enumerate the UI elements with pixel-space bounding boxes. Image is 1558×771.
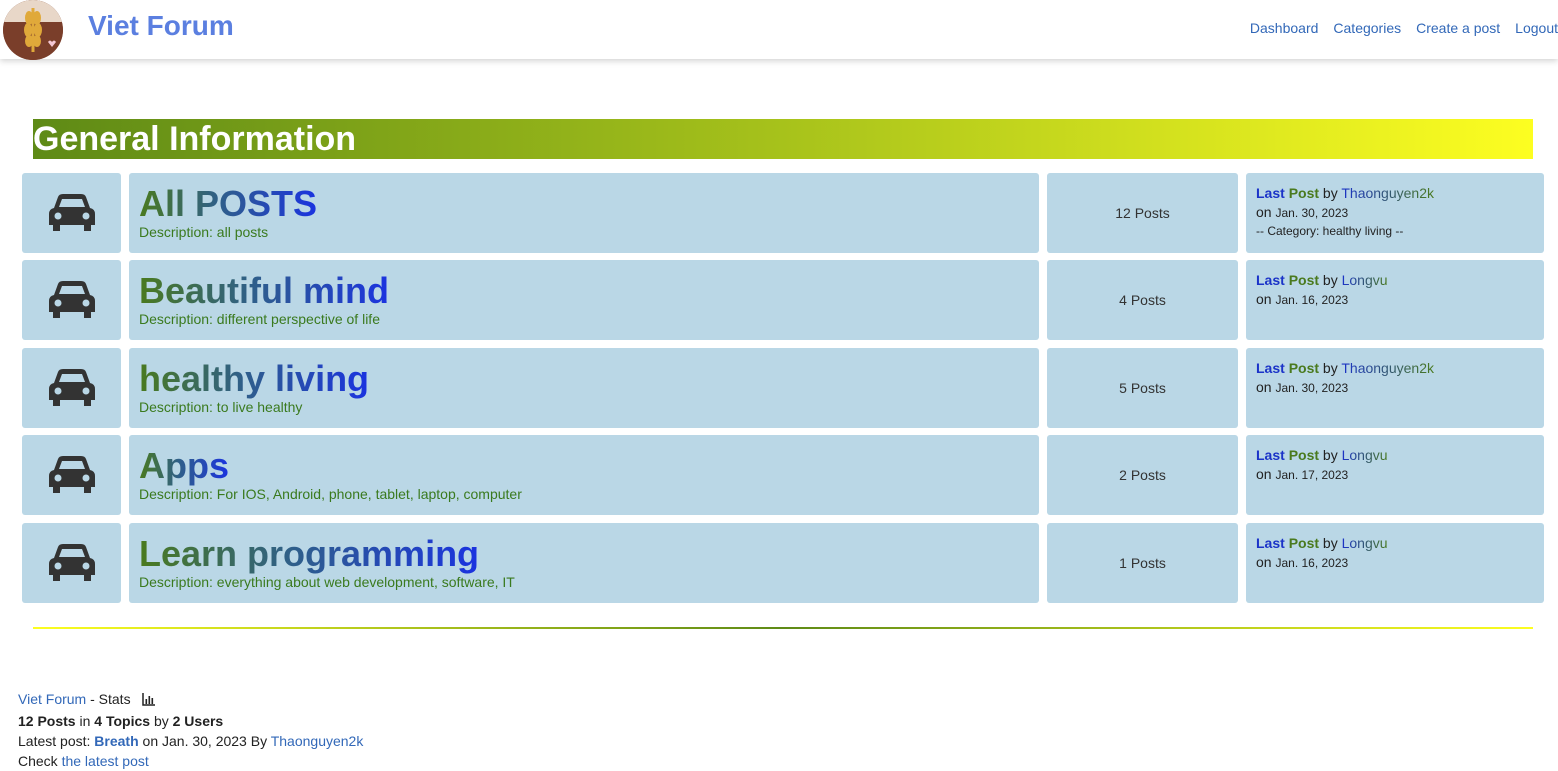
footer-line-4: Check the latest post xyxy=(18,751,363,771)
last-post-user[interactable]: Longvu xyxy=(1342,447,1388,463)
last-post-user[interactable]: Thaonguyen2k xyxy=(1341,360,1434,376)
footer-stats: Viet Forum - Stats 12 Posts in 4 Topics … xyxy=(18,689,363,771)
nav-create-post[interactable]: Create a post xyxy=(1416,20,1500,36)
last-post-date: Jan. 16, 2023 xyxy=(1275,556,1349,570)
category-cell: All POSTS Description: all posts xyxy=(129,173,1039,253)
last-post-link[interactable]: Last Post xyxy=(1256,535,1319,551)
category-description: Description: to live healthy xyxy=(139,399,303,415)
car-icon xyxy=(22,348,121,428)
latest-post-label: Latest post: xyxy=(18,733,91,749)
category-row: All POSTS Description: all posts 12 Post… xyxy=(0,173,1558,253)
last-post-user[interactable]: Thaonguyen2k xyxy=(1341,185,1434,201)
category-row: healthy living Description: to live heal… xyxy=(0,348,1558,428)
last-post-date: Jan. 16, 2023 xyxy=(1275,293,1349,307)
car-icon xyxy=(22,173,121,253)
last-post-user[interactable]: Longvu xyxy=(1342,535,1388,551)
navbar: Viet Forum Dashboard Categories Create a… xyxy=(0,0,1558,60)
nav-logout[interactable]: Logout xyxy=(1515,20,1558,36)
post-count: 4 Posts xyxy=(1047,260,1238,340)
user-total: 2 Users xyxy=(172,713,224,729)
category-description: Description: different perspective of li… xyxy=(139,311,380,327)
category-cell: Beautiful mind Description: different pe… xyxy=(129,260,1039,340)
car-icon xyxy=(22,435,121,515)
last-post-user[interactable]: Longvu xyxy=(1342,272,1388,288)
footer-site-link[interactable]: Viet Forum xyxy=(18,691,86,707)
category-title-link[interactable]: Learn programming xyxy=(139,533,479,575)
latest-post-user[interactable]: Thaonguyen2k xyxy=(271,733,364,749)
car-icon xyxy=(22,260,121,340)
section-header: General Information xyxy=(33,119,1533,159)
divider xyxy=(33,627,1533,629)
category-cell: Apps Description: For IOS, Android, phon… xyxy=(129,435,1039,515)
post-count: 1 Posts xyxy=(1047,523,1238,603)
on-label: on xyxy=(1256,466,1272,482)
category-cell: healthy living Description: to live heal… xyxy=(129,348,1039,428)
category-title-link[interactable]: healthy living xyxy=(139,358,369,400)
last-post-date: Jan. 30, 2023 xyxy=(1275,381,1349,395)
last-post-link[interactable]: Last Post xyxy=(1256,447,1319,463)
by-label: by xyxy=(1322,360,1338,376)
nav-links: Dashboard Categories Create a post Logou… xyxy=(1250,20,1558,36)
category-cell: Learn programming Description: everythin… xyxy=(129,523,1039,603)
on-label: on xyxy=(1256,291,1272,307)
by-label: by xyxy=(153,713,169,729)
nav-categories[interactable]: Categories xyxy=(1333,20,1401,36)
last-post-category: -- Category: healthy living -- xyxy=(1256,224,1404,238)
footer-line-3: Latest post: Breath on Jan. 30, 2023 By … xyxy=(18,731,363,751)
logo-icon[interactable] xyxy=(3,0,63,60)
last-post-link[interactable]: Last Post xyxy=(1256,272,1319,288)
category-description: Description: For IOS, Android, phone, ta… xyxy=(139,486,522,502)
post-count: 2 Posts xyxy=(1047,435,1238,515)
by-label: by xyxy=(1322,272,1338,288)
last-post-cell: Last Post by Longvu on Jan. 16, 2023 xyxy=(1246,260,1544,340)
in-label: in xyxy=(79,713,91,729)
post-count: 5 Posts xyxy=(1047,348,1238,428)
last-post-date: Jan. 17, 2023 xyxy=(1275,468,1349,482)
nav-dashboard[interactable]: Dashboard xyxy=(1250,20,1319,36)
category-description: Description: all posts xyxy=(139,224,269,240)
brand-link[interactable]: Viet Forum xyxy=(88,10,234,42)
last-post-link[interactable]: Last Post xyxy=(1256,185,1319,201)
category-row: Learn programming Description: everythin… xyxy=(0,523,1558,603)
last-post-cell: Last Post by Longvu on Jan. 17, 2023 xyxy=(1246,435,1544,515)
latest-post-date: on Jan. 30, 2023 By xyxy=(142,733,268,749)
category-row: Beautiful mind Description: different pe… xyxy=(0,260,1558,340)
check-label: Check xyxy=(18,753,58,769)
footer-line-2: 12 Posts in 4 Topics by 2 Users xyxy=(18,711,363,731)
category-title-link[interactable]: Apps xyxy=(139,445,229,487)
topic-total: 4 Topics xyxy=(94,713,151,729)
post-total: 12 Posts xyxy=(18,713,76,729)
latest-post-link[interactable]: Breath xyxy=(94,733,138,749)
last-post-cell: Last Post by Thaonguyen2k on Jan. 30, 20… xyxy=(1246,173,1544,253)
category-row: Apps Description: For IOS, Android, phon… xyxy=(0,435,1558,515)
by-label: by xyxy=(1322,535,1338,551)
stats-label: - Stats xyxy=(90,691,131,707)
last-post-link[interactable]: Last Post xyxy=(1256,360,1319,376)
category-description: Description: everything about web develo… xyxy=(139,574,515,590)
on-label: on xyxy=(1256,204,1272,220)
last-post-date: Jan. 30, 2023 xyxy=(1275,206,1349,220)
footer-line-1: Viet Forum - Stats xyxy=(18,689,363,711)
last-post-cell: Last Post by Thaonguyen2k on Jan. 30, 20… xyxy=(1246,348,1544,428)
category-title-link[interactable]: All POSTS xyxy=(139,183,317,225)
section-title: General Information xyxy=(33,120,357,158)
latest-post-check-link[interactable]: the latest post xyxy=(62,753,149,769)
by-label: by xyxy=(1322,185,1338,201)
bar-chart-icon xyxy=(142,691,156,711)
on-label: on xyxy=(1256,554,1272,570)
on-label: on xyxy=(1256,379,1272,395)
by-label: by xyxy=(1322,447,1338,463)
car-icon xyxy=(22,523,121,603)
category-title-link[interactable]: Beautiful mind xyxy=(139,270,389,312)
post-count: 12 Posts xyxy=(1047,173,1238,253)
last-post-cell: Last Post by Longvu on Jan. 16, 2023 xyxy=(1246,523,1544,603)
